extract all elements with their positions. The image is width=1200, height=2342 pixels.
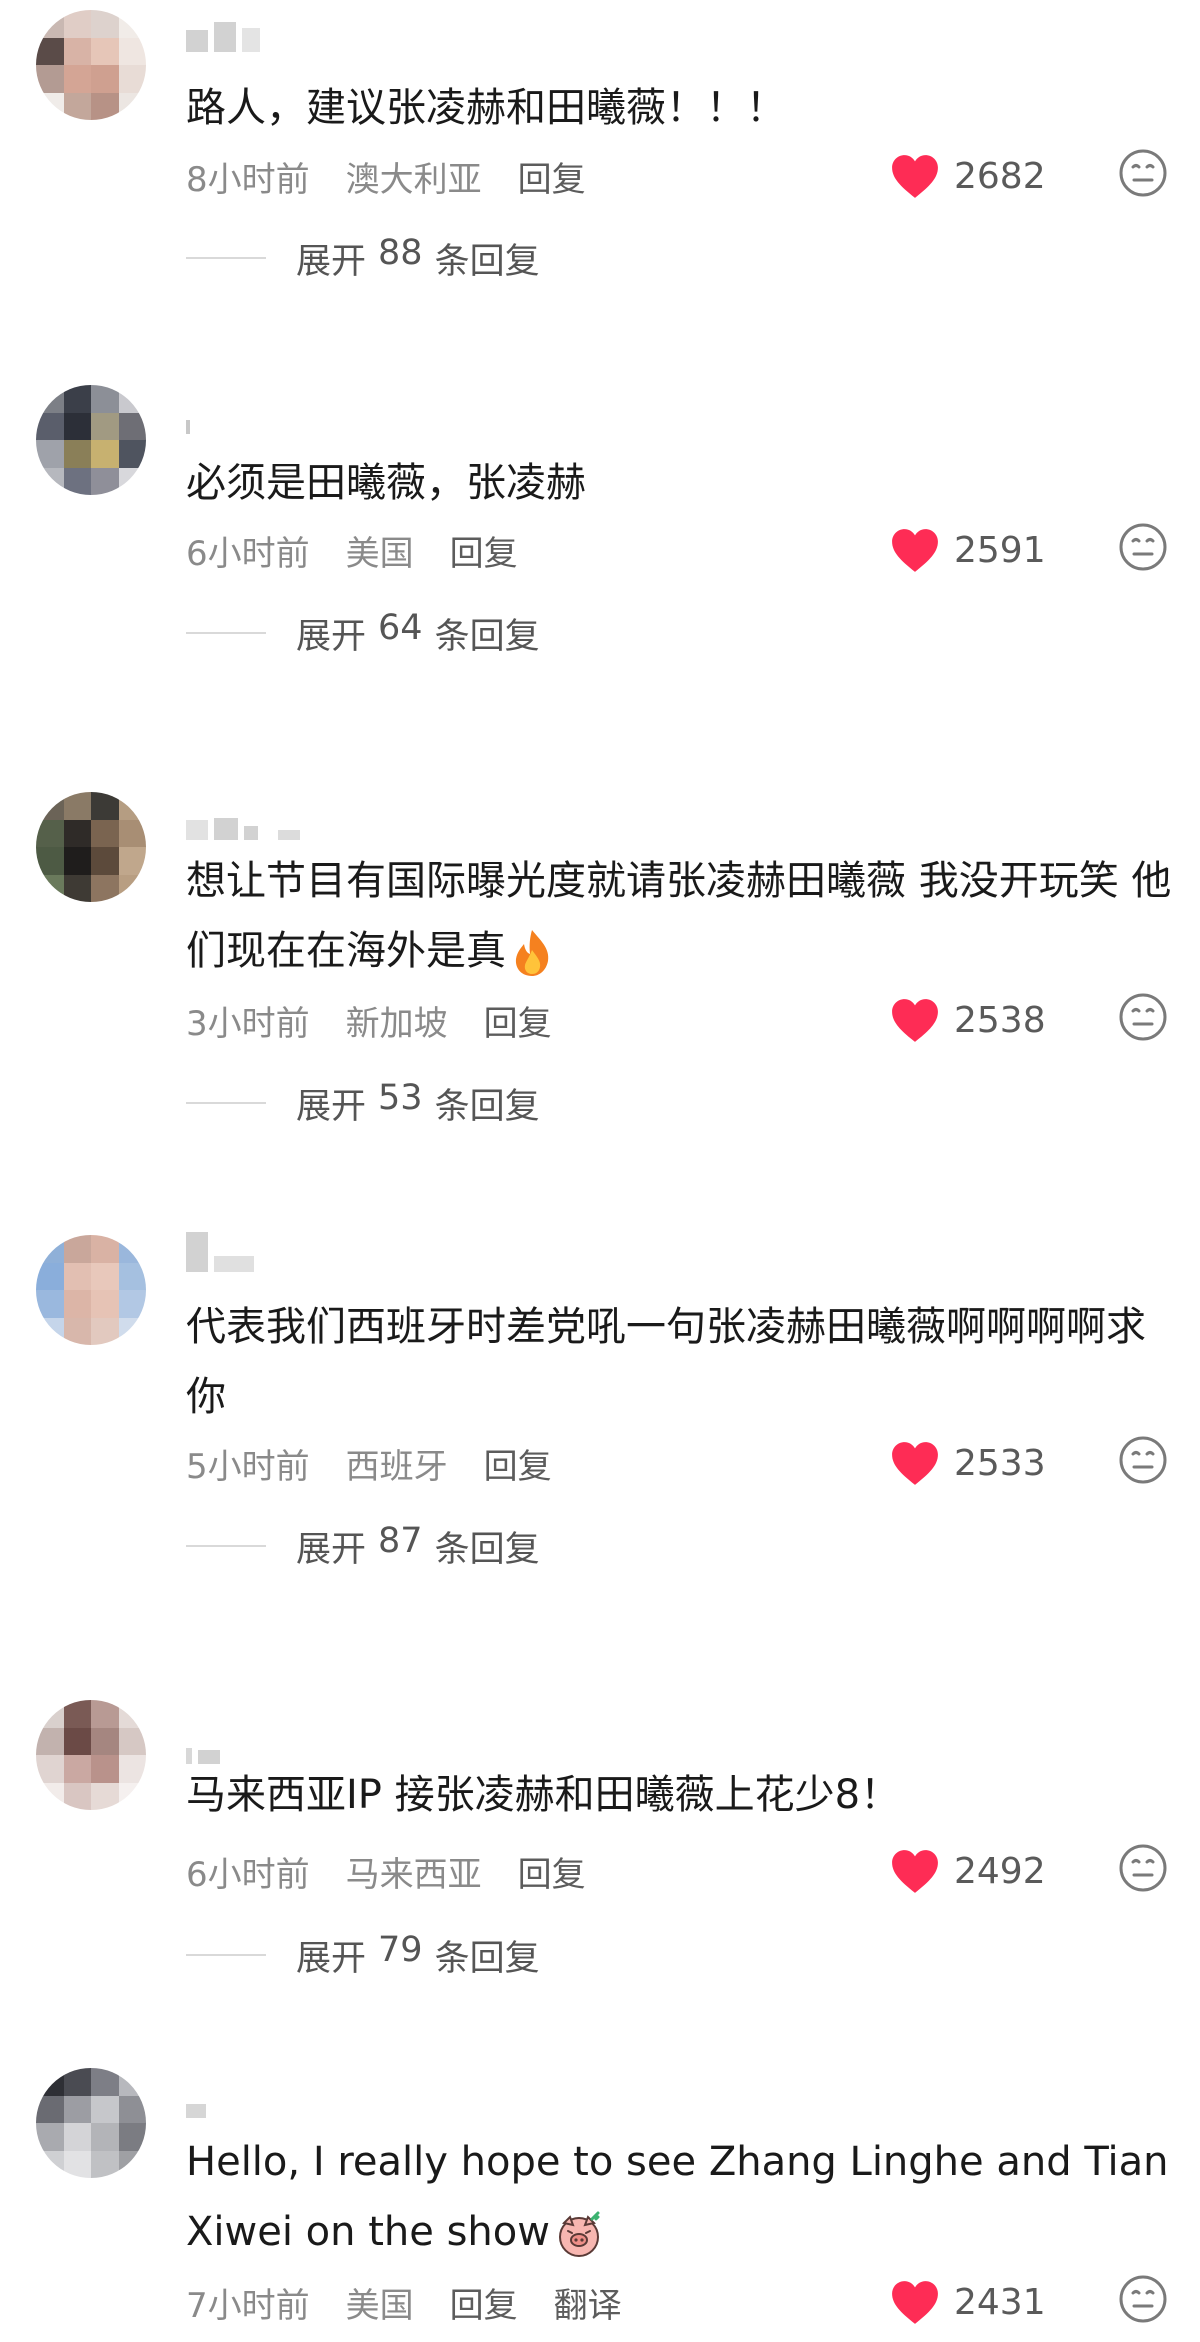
username-pixelated[interactable]: [186, 2084, 206, 2118]
expand-replies-button[interactable]: 展开 79 条回复: [186, 1925, 540, 1985]
reply-count: 87: [378, 1520, 423, 1561]
comment-text: 想让节目有国际曝光度就请张凌赫田曦薇 我没开玩笑 他们现在在海外是真: [186, 846, 1176, 986]
avatar[interactable]: [36, 792, 146, 902]
like-count: 2682: [954, 155, 1046, 197]
like-count: 2492: [954, 1850, 1046, 1892]
heart-icon: [892, 999, 938, 1042]
dislike-face-icon[interactable]: [1118, 148, 1168, 198]
comment-text: Hello, I really hope to see Zhang Linghe…: [186, 2127, 1176, 2267]
dislike-face-icon[interactable]: [1118, 1843, 1168, 1893]
reply-button[interactable]: 回复: [484, 996, 552, 1045]
comment-text: 马来西亚IP 接张凌赫和田曦薇上花少8！: [186, 1772, 901, 1818]
heart-icon: [892, 529, 938, 572]
reply-count: 79: [378, 1929, 423, 1970]
like-button[interactable]: 2431: [890, 2272, 1046, 2332]
expand-replies-button[interactable]: 展开 88 条回复: [186, 228, 540, 288]
like-count: 2533: [954, 1442, 1046, 1484]
like-button[interactable]: 2538: [890, 990, 1046, 1050]
comment-text: 代表我们西班牙时差党吼一句张凌赫田曦薇啊啊啊啊求你: [186, 1304, 1146, 1420]
reply-count: 53: [378, 1077, 423, 1118]
comment-location: 澳大利亚: [345, 159, 482, 200]
divider: [186, 1545, 266, 1547]
username-pixelated[interactable]: [186, 18, 260, 52]
comment-time: 8小时前: [186, 159, 310, 200]
reply-button[interactable]: 回复: [518, 1847, 586, 1896]
avatar[interactable]: [36, 1700, 146, 1810]
avatar[interactable]: [36, 10, 146, 120]
expand-replies-button[interactable]: 展开 53 条回复: [186, 1073, 540, 1133]
dislike-face-icon[interactable]: [1118, 2274, 1168, 2324]
avatar[interactable]: [36, 1235, 146, 1345]
like-count: 2431: [954, 2281, 1046, 2323]
heart-icon: [892, 155, 938, 198]
like-button[interactable]: 2492: [890, 1841, 1046, 1901]
avatar[interactable]: [36, 385, 146, 495]
username-pixelated[interactable]: [186, 806, 300, 840]
like-button[interactable]: 2682: [890, 146, 1046, 206]
divider: [186, 1102, 266, 1104]
comment-time: 6小时前: [186, 1854, 310, 1895]
comment-location: 马来西亚: [345, 1854, 482, 1895]
username-pixelated[interactable]: [186, 1730, 220, 1764]
reply-button[interactable]: 回复: [450, 2278, 518, 2327]
expand-replies-button[interactable]: 展开 64 条回复: [186, 603, 540, 663]
divider: [186, 1954, 266, 1956]
comment-time: 7小时前: [186, 2285, 310, 2326]
avatar[interactable]: [36, 2068, 146, 2178]
like-button[interactable]: 2533: [890, 1433, 1046, 1493]
username-pixelated[interactable]: [186, 1232, 254, 1272]
comment-location: 美国: [345, 533, 414, 574]
like-count: 2538: [954, 999, 1046, 1041]
fire-emoji-icon: [515, 930, 549, 976]
comment-location: 西班牙: [345, 1446, 448, 1487]
divider: [186, 632, 266, 634]
comment-time: 6小时前: [186, 533, 310, 574]
username-pixelated[interactable]: [186, 400, 190, 434]
comment-time: 5小时前: [186, 1446, 310, 1487]
comment-text: 路人，建议张凌赫和田曦薇！！！: [186, 85, 786, 131]
heart-icon: [892, 1850, 938, 1893]
comment-location: 新加坡: [345, 1003, 448, 1044]
comment-location: 美国: [345, 2285, 414, 2326]
pig-face-emoji-icon: [558, 2211, 600, 2257]
like-count: 2591: [954, 529, 1046, 571]
like-button[interactable]: 2591: [890, 520, 1046, 580]
dislike-face-icon[interactable]: [1118, 1435, 1168, 1485]
expand-replies-button[interactable]: 展开 87 条回复: [186, 1516, 540, 1576]
reply-count: 64: [378, 607, 423, 648]
divider: [186, 257, 266, 259]
reply-count: 88: [378, 232, 423, 273]
reply-button[interactable]: 回复: [518, 152, 586, 201]
translate-button[interactable]: 翻译: [554, 2278, 622, 2327]
reply-button[interactable]: 回复: [450, 526, 518, 575]
dislike-face-icon[interactable]: [1118, 992, 1168, 1042]
heart-icon: [892, 1442, 938, 1485]
comment-time: 3小时前: [186, 1003, 310, 1044]
reply-button[interactable]: 回复: [484, 1439, 552, 1488]
dislike-face-icon[interactable]: [1118, 522, 1168, 572]
heart-icon: [892, 2281, 938, 2324]
comment-text: 必须是田曦薇，张凌赫: [186, 460, 586, 506]
